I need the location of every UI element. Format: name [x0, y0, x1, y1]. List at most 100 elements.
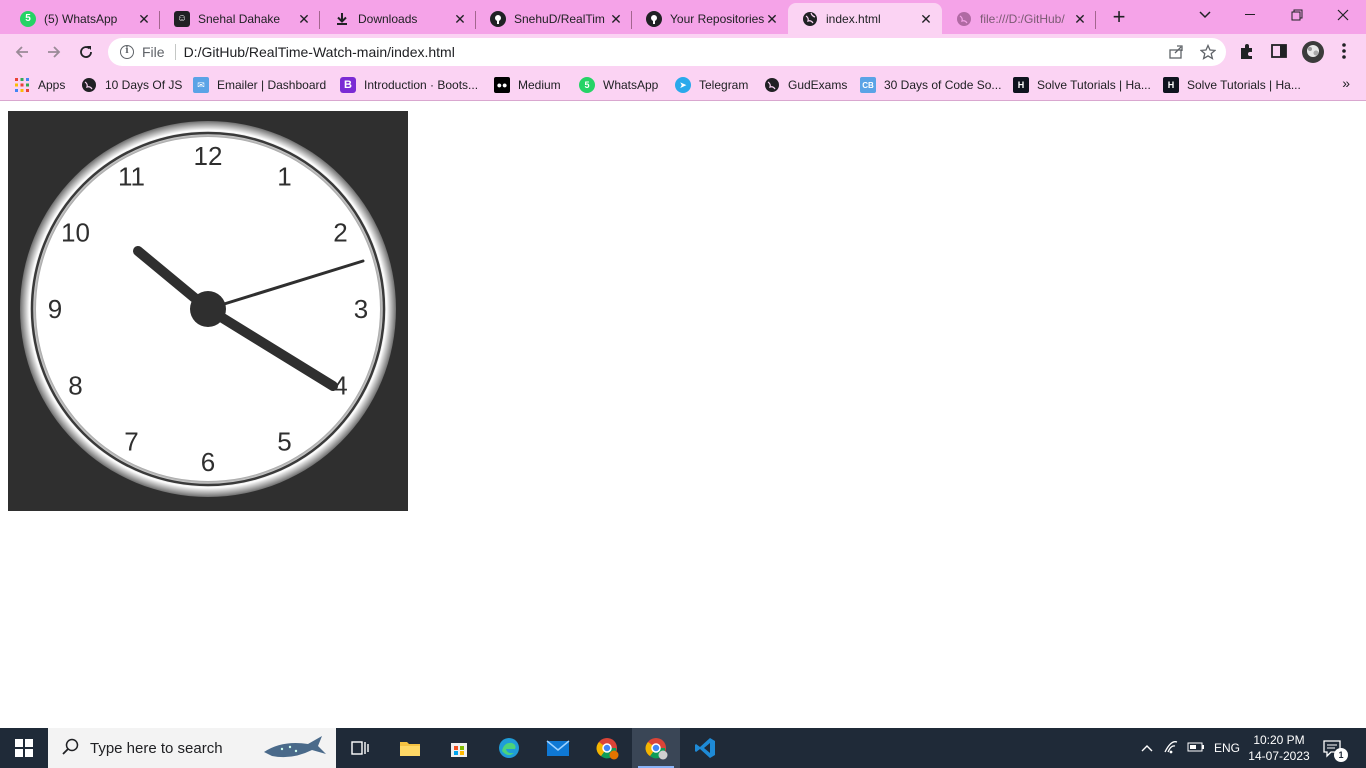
hackerrank-icon: H	[1013, 77, 1029, 93]
clock-numeral-11: 11	[118, 162, 145, 192]
close-tab-icon[interactable]: ✕	[296, 11, 312, 27]
bookmark-medium[interactable]: ●● Medium	[494, 75, 561, 95]
language-indicator[interactable]: ENG	[1214, 741, 1240, 755]
tab-snehud-realtime[interactable]: SnehuD/RealTim ✕	[476, 3, 632, 34]
globe-icon	[802, 11, 818, 27]
side-panel-icon[interactable]	[1270, 42, 1290, 62]
bookmark-label: 30 Days of Code So...	[884, 78, 1002, 92]
file-explorer-button[interactable]	[386, 728, 434, 768]
download-icon	[334, 11, 350, 27]
site-info-icon[interactable]: i	[120, 45, 134, 59]
bookmark-label: Introduction · Boots...	[364, 78, 479, 92]
bookmark-telegram[interactable]: ➤ Telegram	[675, 75, 748, 95]
task-view-icon	[351, 741, 369, 755]
start-button[interactable]	[0, 728, 48, 768]
wifi-icon[interactable]	[1158, 740, 1184, 757]
bookmark-30-days-of-code[interactable]: CB 30 Days of Code So...	[860, 75, 1001, 95]
show-hidden-icons-chevron-icon[interactable]	[1136, 741, 1158, 755]
system-tray: ENG	[1136, 728, 1240, 768]
github-icon	[646, 10, 662, 27]
chevron-double-right-icon[interactable]: »	[1342, 75, 1350, 91]
clock-container: 12 1 2 3 4 5 6 7 8 9 10 11	[8, 111, 408, 511]
tab-whatsapp[interactable]: 5 (5) WhatsApp ✕	[6, 3, 160, 34]
apps-grid-icon	[14, 77, 30, 93]
taskbar-search-box[interactable]: Type here to search	[48, 728, 336, 768]
globe-icon	[956, 11, 972, 27]
globe-icon	[764, 77, 780, 93]
windows-logo-icon	[15, 739, 33, 757]
globe-icon	[81, 77, 97, 93]
codingblocks-icon: CB	[860, 77, 876, 93]
bookmark-label: Solve Tutorials | Ha...	[1037, 78, 1151, 92]
edge-icon	[499, 738, 519, 758]
menu-kebab-icon[interactable]	[1336, 42, 1356, 62]
extensions-icon[interactable]	[1238, 42, 1258, 62]
tab-index-html[interactable]: index.html ✕	[788, 3, 942, 34]
whatsapp-icon: 5	[20, 10, 36, 27]
mail-button[interactable]	[534, 728, 582, 768]
taskbar-clock[interactable]: 10:20 PM 14-07-2023	[1240, 732, 1318, 764]
restore-button[interactable]	[1274, 0, 1320, 30]
telegram-icon: ➤	[675, 77, 691, 93]
browser-toolbar: i File D:/GitHub/RealTime-Watch-main/ind…	[0, 34, 1366, 70]
chrome-icon	[645, 738, 668, 760]
reload-button[interactable]	[72, 38, 100, 66]
back-button[interactable]	[8, 38, 36, 66]
clock-numeral-6: 6	[201, 447, 215, 477]
notification-center-button[interactable]: 1	[1322, 738, 1348, 762]
chrome-profile-icon	[596, 738, 619, 760]
address-bar[interactable]: i File D:/GitHub/RealTime-Watch-main/ind…	[108, 38, 1226, 66]
bootstrap-icon: B	[340, 77, 356, 93]
github-icon	[490, 10, 506, 27]
bookmark-apps[interactable]: Apps	[14, 75, 65, 95]
forward-button[interactable]	[40, 38, 68, 66]
new-tab-button[interactable]: +	[1106, 5, 1132, 31]
tab-search-button[interactable]	[1182, 0, 1228, 30]
microsoft-store-button[interactable]	[435, 728, 483, 768]
bookmark-label: Solve Tutorials | Ha...	[1187, 78, 1301, 92]
close-tab-icon[interactable]: ✕	[764, 11, 780, 27]
chrome-profile-button[interactable]	[583, 728, 631, 768]
chrome-button[interactable]	[632, 728, 680, 768]
close-tab-icon[interactable]: ✕	[452, 11, 468, 27]
bookmark-whatsapp[interactable]: 5 WhatsApp	[579, 75, 658, 95]
profile-avatar[interactable]	[1301, 40, 1325, 64]
windows-taskbar: Type here to search ENG 10:20 PM 14-07-2…	[0, 728, 1366, 768]
tab-snehal-dahake[interactable]: ☺ Snehal Dahake ✕	[160, 3, 320, 34]
bookmark-bootstrap-introduction[interactable]: B Introduction · Boots...	[340, 75, 478, 95]
url-text[interactable]: D:/GitHub/RealTime-Watch-main/index.html	[184, 44, 455, 60]
tab-file-github[interactable]: file:///D:/GitHub/ ✕	[942, 3, 1096, 34]
close-tab-icon[interactable]: ✕	[136, 11, 152, 27]
bookmark-label: Telegram	[699, 78, 749, 92]
tab-separator	[1095, 11, 1096, 29]
url-divider	[174, 44, 176, 60]
close-tab-icon[interactable]: ✕	[608, 11, 624, 27]
bookmark-star-icon[interactable]	[1199, 43, 1217, 60]
tab-your-repositories[interactable]: Your Repositories ✕	[632, 3, 788, 34]
close-tab-icon[interactable]: ✕	[1072, 11, 1088, 27]
close-tab-icon[interactable]: ✕	[918, 11, 934, 27]
tab-title: (5) WhatsApp	[44, 11, 118, 26]
vscode-button[interactable]	[681, 728, 729, 768]
emailer-icon: ✉	[193, 77, 209, 93]
bookmark-gudexams[interactable]: GudExams	[764, 75, 847, 95]
taskbar-date: 14-07-2023	[1248, 749, 1310, 763]
bookmark-10-days-of-js[interactable]: 10 Days Of JS	[81, 75, 182, 95]
battery-icon[interactable]	[1184, 741, 1208, 755]
tab-downloads[interactable]: Downloads ✕	[320, 3, 476, 34]
clock-numeral-1: 1	[277, 162, 291, 192]
minimize-button[interactable]	[1228, 0, 1274, 30]
task-view-button[interactable]	[336, 728, 384, 768]
tab-title: Snehal Dahake	[198, 11, 281, 26]
clock-center-cap	[190, 291, 226, 327]
bookmark-hackerrank-1[interactable]: H Solve Tutorials | Ha...	[1013, 75, 1151, 95]
bookmark-hackerrank-2[interactable]: H Solve Tutorials | Ha...	[1163, 75, 1301, 95]
edge-button[interactable]	[485, 728, 533, 768]
url-scheme-label: File	[142, 44, 165, 60]
close-window-button[interactable]	[1320, 0, 1366, 30]
bookmark-label: Medium	[518, 78, 561, 92]
share-icon[interactable]	[1168, 44, 1184, 60]
tab-title: file:///D:/GitHub/	[980, 11, 1065, 26]
hackerrank-icon: H	[1163, 77, 1179, 93]
bookmark-emailer-dashboard[interactable]: ✉ Emailer | Dashboard	[193, 75, 326, 95]
